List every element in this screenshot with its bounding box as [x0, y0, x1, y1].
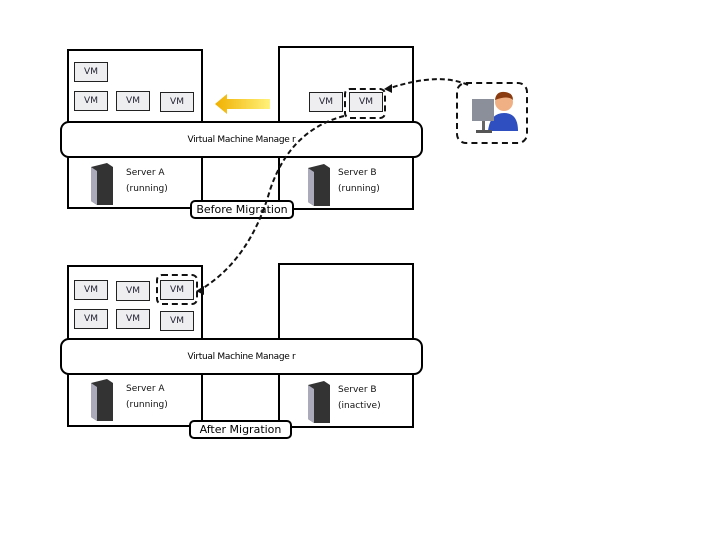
migration-arrow-icon	[215, 94, 270, 114]
vm[interactable]: VM	[116, 281, 150, 301]
vm[interactable]: VM	[116, 309, 150, 329]
vm[interactable]: VM	[309, 92, 343, 112]
virtual-machine-manager-before: Virtual Machine Manage r	[60, 121, 423, 158]
server-tower-icon	[308, 164, 330, 206]
vm[interactable]: VM	[74, 62, 108, 82]
vm[interactable]: VM	[160, 311, 194, 331]
vm[interactable]: VM	[74, 91, 108, 111]
server-tower-icon	[91, 163, 113, 205]
before-migration-label: Before Migration	[190, 200, 294, 219]
server-tower-icon	[308, 381, 330, 423]
migrated-vm[interactable]: VM	[160, 280, 194, 300]
server-b-label-before: Server B (running)	[338, 168, 380, 194]
vm[interactable]: VM	[116, 91, 150, 111]
virtual-machine-manager-after: Virtual Machine Manage r	[60, 338, 423, 375]
migrating-vm[interactable]: VM	[349, 92, 383, 112]
server-a-label-after: Server A (running)	[126, 384, 168, 410]
after-migration-label: After Migration	[189, 420, 292, 439]
server-b-label-after: Server B (inactive)	[338, 385, 381, 411]
server-tower-icon	[91, 379, 113, 421]
server-a-label-before: Server A (running)	[126, 168, 168, 194]
vm[interactable]: VM	[160, 92, 194, 112]
administrator-icon[interactable]	[468, 87, 518, 137]
vm[interactable]: VM	[74, 309, 108, 329]
vm[interactable]: VM	[74, 280, 108, 300]
